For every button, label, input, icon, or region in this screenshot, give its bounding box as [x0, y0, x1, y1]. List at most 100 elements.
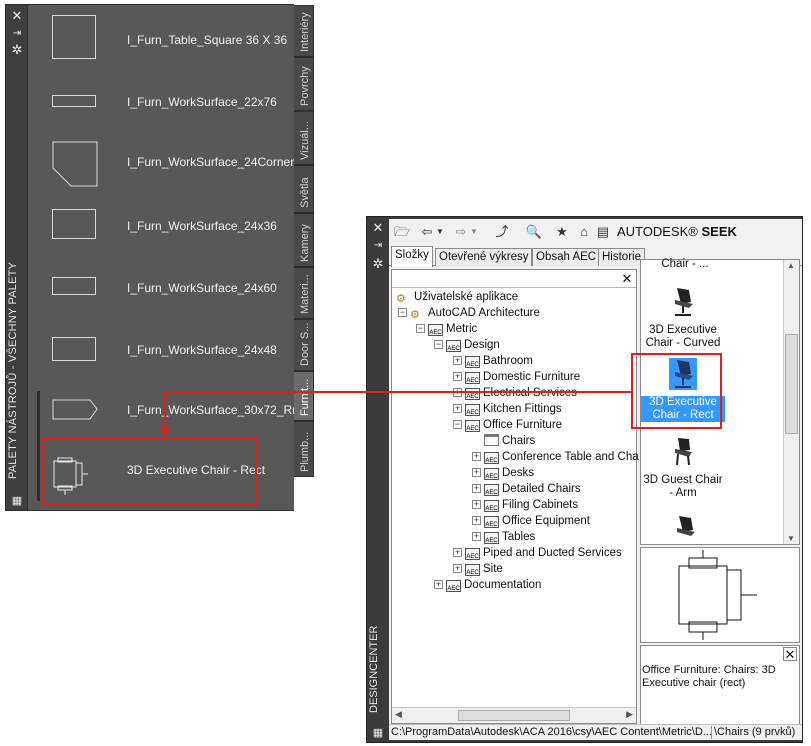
palette-menu-icon[interactable]: ▦	[10, 494, 24, 508]
tab-svetla[interactable]: Světla	[294, 165, 314, 213]
tool-item[interactable]: I_Furn_WorkSurface_24x48	[52, 335, 292, 385]
aec-folder-icon: AEC	[428, 324, 443, 336]
tool-item[interactable]: I_Furn_WorkSurface_22x76	[52, 83, 292, 133]
tab-materialy[interactable]: Materi...	[294, 267, 314, 319]
tree-node[interactable]: + AEC Conference Table and Cha	[472, 449, 639, 465]
tree-node[interactable]: − AEC Design	[434, 337, 500, 353]
tree-node[interactable]: + AEC Electrical Services	[453, 385, 577, 401]
tree-node[interactable]: + AEC Bathroom	[453, 353, 533, 369]
close-description-icon[interactable]: ✕	[783, 647, 797, 661]
collapse-icon[interactable]: −	[453, 420, 462, 429]
tab-povrchy[interactable]: Povrchy	[294, 57, 314, 111]
tree-node[interactable]: + AEC Office Equipment	[472, 513, 590, 529]
auto-hide-icon[interactable]: ⇥	[371, 239, 385, 253]
expand-icon[interactable]: +	[472, 452, 481, 461]
tree-node[interactable]: + AEC Filing Cabinets	[472, 497, 578, 513]
home-icon[interactable]: ⌂	[575, 223, 593, 241]
tree-horizontal-scrollbar[interactable]: ◀ ▶	[392, 707, 636, 723]
tree-node[interactable]: − AEC Metric	[416, 321, 477, 337]
close-tree-icon[interactable]: ✕	[620, 272, 634, 286]
content-item-label: 3D Executive Chair - Curved	[645, 324, 721, 349]
auto-hide-icon[interactable]: ⇥	[10, 27, 24, 41]
tree-node[interactable]: + AEC Kitchen Fittings	[453, 401, 562, 417]
tool-item[interactable]: I_Furn_WorkSurface_24x36	[52, 205, 292, 255]
tree-node[interactable]: + AEC Detailed Chairs	[472, 481, 581, 497]
tab-slozky[interactable]: Složky	[391, 246, 433, 267]
expand-icon[interactable]: +	[434, 580, 443, 589]
tab-vizual[interactable]: Vizuál...	[294, 111, 314, 165]
expand-icon[interactable]: +	[472, 516, 481, 525]
expand-icon[interactable]: +	[453, 372, 462, 381]
scroll-thumb[interactable]	[785, 334, 798, 434]
expand-icon[interactable]: +	[472, 484, 481, 493]
expand-icon[interactable]: +	[472, 532, 481, 541]
seek-brand: AUTODESK	[617, 224, 689, 239]
expand-icon[interactable]: +	[453, 564, 462, 573]
tab-door-styles[interactable]: Door S...	[294, 319, 314, 371]
expand-icon[interactable]: +	[472, 468, 481, 477]
tree-node-selected[interactable]: Chairs	[472, 433, 535, 449]
content-item[interactable]: 3D Guest Chair - Arm	[641, 436, 725, 500]
tool-palette-titlebar[interactable]: ✕ ⇥ ✲ PALETY NÁSTROJŮ - VŠECHNY PALETY ▦	[6, 5, 28, 510]
search-icon[interactable]: 🔍	[525, 223, 543, 241]
close-icon[interactable]: ✕	[10, 9, 24, 23]
tree-view-toggle-icon[interactable]: ▤	[595, 223, 611, 241]
tree-node[interactable]: + AEC Domestic Furniture	[453, 369, 580, 385]
expand-icon[interactable]: +	[453, 404, 462, 413]
tree-node[interactable]: − AEC Office Furniture	[453, 417, 562, 433]
tree-node[interactable]: + AEC Site	[453, 561, 503, 577]
tool-item[interactable]: I_Furn_Table_Square 36 X 36	[52, 13, 292, 63]
properties-gear-icon[interactable]: ✲	[371, 257, 385, 271]
expand-icon[interactable]: +	[472, 500, 481, 509]
aec-folder-icon: AEC	[446, 340, 461, 352]
load-folder-icon[interactable]: 🗁	[393, 223, 411, 241]
palette-scroll-strip[interactable]	[37, 391, 40, 501]
tab-plumbing[interactable]: Plumb...	[294, 421, 314, 477]
expand-icon[interactable]: +	[453, 548, 462, 557]
tab-otevrene-vykresy[interactable]: Otevřené výkresy	[435, 248, 533, 266]
designcenter-menu-icon[interactable]: ▦	[371, 726, 385, 740]
close-icon[interactable]: ✕	[371, 221, 385, 235]
scroll-down-icon[interactable]: ▼	[787, 534, 795, 543]
tree-node[interactable]: + AEC Desks	[472, 465, 534, 481]
tool-item[interactable]: I_Furn_WorkSurface_24x60	[52, 273, 292, 323]
tab-obsah-aec[interactable]: Obsah AEC	[532, 248, 601, 266]
tab-furniture[interactable]: Furnit...	[294, 371, 314, 421]
tool-item[interactable]: I_Furn_WorkSurface_24Corner	[52, 141, 294, 191]
scroll-left-icon[interactable]: ◀	[395, 709, 402, 720]
tree-node-label: Piped and Ducted Services	[483, 547, 622, 559]
favorites-icon[interactable]: ★	[553, 223, 571, 241]
autodesk-seek-button[interactable]: AUTODESK® SEEK	[613, 222, 741, 242]
scroll-right-icon[interactable]: ▶	[626, 709, 633, 720]
tree-node[interactable]: + AEC Documentation	[434, 577, 541, 593]
forward-arrow-icon[interactable]: ⇨	[453, 223, 469, 241]
preview-pane	[640, 547, 800, 643]
back-arrow-icon[interactable]: ⇦	[419, 223, 435, 241]
collapse-icon[interactable]: −	[416, 324, 425, 333]
back-dropdown-icon[interactable]: ▼	[435, 223, 445, 241]
collapse-icon[interactable]: −	[434, 340, 443, 349]
tree-node[interactable]: − ⚙ AutoCAD Architecture	[398, 305, 540, 321]
content-item[interactable]: 3D Executive Chair - Curved	[641, 286, 725, 350]
tab-historie[interactable]: Historie	[598, 248, 645, 266]
up-folder-icon[interactable]: ⤴	[493, 223, 511, 241]
scroll-up-icon[interactable]: ▲	[787, 261, 795, 270]
tree-node-label: Metric	[446, 323, 478, 335]
scroll-thumb[interactable]	[458, 710, 570, 721]
tree-node[interactable]: + AEC Piped and Ducted Services	[453, 545, 622, 561]
worksurface-thumbnail	[52, 209, 96, 239]
tab-interiery[interactable]: Interiéry	[294, 5, 314, 57]
properties-gear-icon[interactable]: ✲	[10, 43, 24, 57]
designcenter-titlebar[interactable]: ✕ ⇥ ✲ DESIGNCENTER ▦	[367, 217, 388, 742]
tree-node-label: Conference Table and Cha	[502, 451, 639, 463]
forward-dropdown-icon[interactable]: ▼	[469, 223, 479, 241]
content-vertical-scrollbar[interactable]: ▲ ▼	[783, 260, 799, 544]
expand-icon[interactable]: +	[453, 356, 462, 365]
tree-node[interactable]: ⚙ Uživatelské aplikace	[396, 289, 518, 305]
collapse-icon[interactable]: −	[398, 308, 407, 317]
expand-icon[interactable]: +	[453, 388, 462, 397]
tab-kamery[interactable]: Kamery	[294, 213, 314, 267]
content-item[interactable]: Chair - ...	[643, 258, 727, 271]
tree-node[interactable]: + AEC Tables	[472, 529, 535, 545]
folder-tree-pane[interactable]: ✕ ⚙ Uživatelské aplikace − ⚙ AutoCAD Archit…	[391, 269, 639, 724]
